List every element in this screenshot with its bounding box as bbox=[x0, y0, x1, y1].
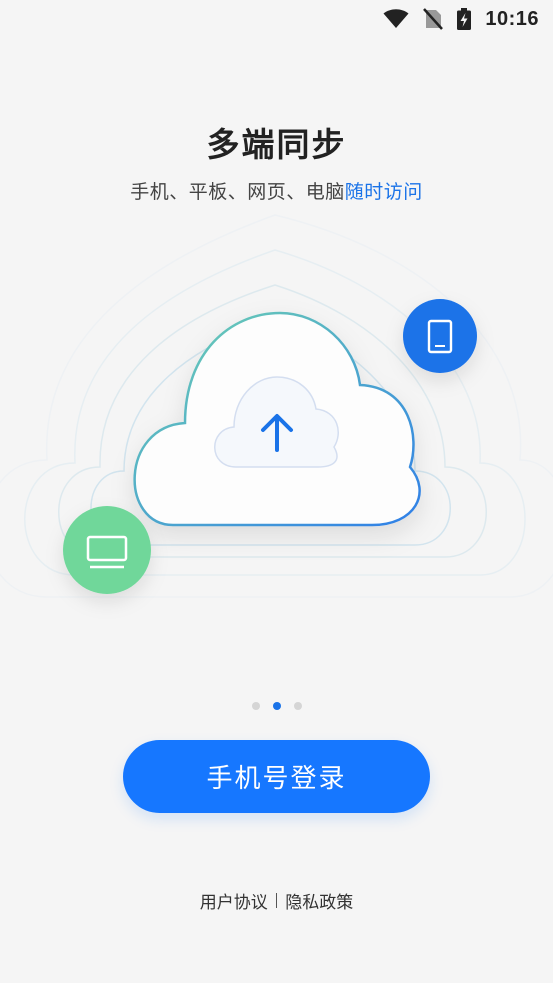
privacy-policy-link[interactable]: 隐私政策 bbox=[285, 888, 353, 913]
phone-login-button[interactable]: 手机号登录 bbox=[123, 740, 430, 813]
legal-links: 用户协议 隐私政策 bbox=[0, 888, 553, 913]
page-subtitle: 手机、平板、网页、电脑随时访问 bbox=[0, 177, 553, 204]
page-dot-active[interactable] bbox=[272, 702, 281, 710]
battery-charging-icon bbox=[457, 8, 472, 30]
subtitle-highlight: 随时访问 bbox=[344, 181, 423, 203]
subtitle-text: 手机、平板、网页、电脑 bbox=[130, 181, 345, 203]
user-agreement-link[interactable]: 用户协议 bbox=[200, 888, 268, 913]
wifi-icon bbox=[383, 9, 409, 29]
page-dot[interactable] bbox=[293, 702, 302, 710]
page-dot[interactable] bbox=[251, 702, 260, 710]
status-bar: 10:16 bbox=[0, 0, 553, 38]
divider bbox=[275, 893, 278, 908]
sync-illustration bbox=[0, 205, 553, 625]
phone-icon bbox=[403, 299, 477, 373]
page-title: 多端同步 bbox=[206, 125, 347, 164]
status-time: 10:16 bbox=[485, 7, 539, 30]
no-sim-icon bbox=[423, 8, 444, 30]
monitor-icon bbox=[63, 506, 151, 594]
page-indicator bbox=[0, 702, 553, 710]
